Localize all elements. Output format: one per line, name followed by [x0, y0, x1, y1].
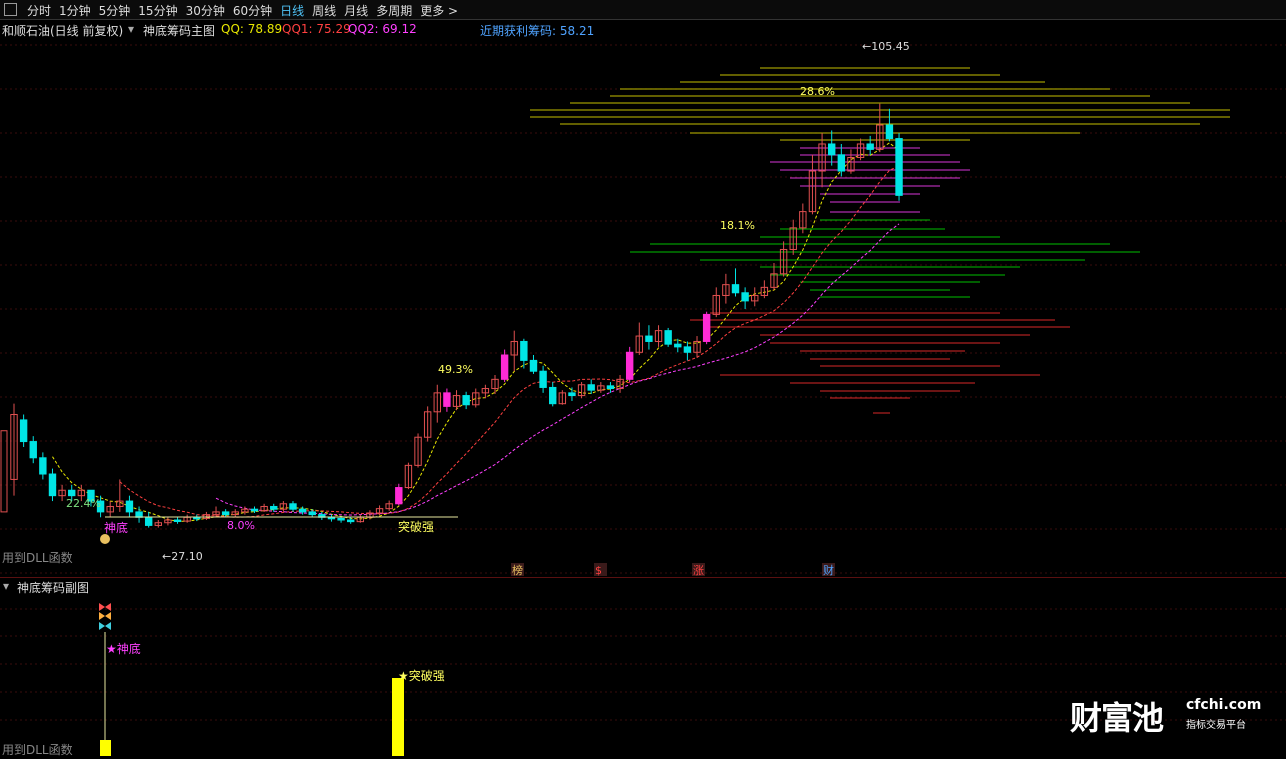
period-toolbar: 分时 1分钟 5分钟 15分钟 30分钟 60分钟 日线 周线 月线 多周期 更多 >	[0, 0, 1286, 20]
pct-label: 22.4%	[66, 497, 101, 510]
candle-body	[702, 313, 711, 342]
brand-name: 财富池	[1070, 699, 1164, 737]
event-marker-label: 榜	[512, 563, 523, 577]
candle-body	[462, 395, 470, 406]
candle-body	[539, 370, 547, 388]
pct-label: 49.3%	[438, 363, 473, 376]
high-price-label: ←105.45	[862, 40, 910, 53]
candle-body	[125, 500, 134, 513]
stock-name: 和顺石油(日线 前复权)	[2, 24, 124, 38]
candle-body	[837, 154, 846, 172]
period-tab[interactable]: 1分钟	[59, 2, 91, 19]
period-tabs: 分时 1分钟 5分钟 15分钟 30分钟 60分钟 日线 周线 月线 多周期 更多 >	[27, 2, 458, 19]
candle-body	[866, 143, 874, 150]
tupoqiang-label: 突破强	[398, 519, 434, 534]
candle-body	[549, 386, 557, 405]
candle-body	[520, 340, 528, 361]
qq-value: QQ: 78.89	[221, 22, 283, 36]
profit-chips-value: 近期获利筹码: 58.21	[480, 24, 595, 38]
event-marker-label: 财	[823, 563, 834, 577]
money-bag-icon	[100, 534, 110, 544]
period-tab[interactable]: 月线	[344, 2, 368, 19]
period-tab[interactable]: 分时	[27, 2, 51, 19]
candle-body	[395, 487, 403, 505]
brand-domain: cfchi.com	[1186, 697, 1262, 713]
brand-slogan: 指标交易平台	[1186, 720, 1246, 731]
candle-body	[308, 511, 316, 516]
period-tab[interactable]: 多周期	[376, 2, 412, 19]
candle-body	[683, 346, 692, 353]
candle-body	[529, 359, 538, 372]
candle-body	[731, 284, 740, 294]
period-tab[interactable]: 周线	[312, 2, 336, 19]
candle-body	[645, 335, 653, 342]
pct-label: 28.6%	[800, 85, 835, 98]
panel-divider	[0, 577, 1286, 578]
period-tab[interactable]: 30分钟	[186, 2, 225, 19]
candle-body	[741, 292, 749, 302]
butterfly-icon	[99, 622, 111, 630]
candle-body	[625, 351, 634, 380]
candle-body	[298, 508, 307, 513]
candle-body	[337, 517, 345, 521]
butterfly-icon	[99, 612, 111, 620]
qq1-value: QQ1: 75.29	[282, 22, 351, 36]
candle-body	[193, 516, 201, 520]
candle-body	[664, 330, 672, 345]
pct-label: 18.1%	[720, 219, 755, 232]
candle-body	[568, 392, 576, 397]
period-tab[interactable]: 5分钟	[99, 2, 131, 19]
candle-body	[19, 419, 28, 443]
candle-body	[135, 511, 143, 518]
candle-body	[68, 489, 76, 497]
candle-body	[895, 138, 903, 196]
candle-body	[443, 392, 451, 407]
candle-body	[173, 519, 182, 523]
candle-body	[500, 354, 509, 380]
candle-body	[250, 508, 259, 512]
ma-line-long	[215, 223, 900, 516]
sub-chart-title[interactable]: 神底筹码副图	[17, 579, 89, 596]
candle-body	[221, 511, 230, 516]
ma-line-short	[52, 142, 900, 522]
tupoqiang-signal-bar	[392, 678, 404, 756]
candle-body	[29, 441, 37, 459]
indicator-dropdown-icon[interactable]: ▾	[128, 22, 134, 36]
main-candlestick-chart[interactable]: ←27.10 ←105.45 22.4% 8.0% 49.3% 18.1% 28.6% 神底 突…	[0, 38, 1286, 578]
qq2-value: QQ2: 69.12	[348, 22, 417, 36]
sub-tupo-label: ★突破强	[398, 668, 445, 683]
sub-dropdown-icon[interactable]: ▾	[3, 579, 9, 593]
candle-body	[674, 343, 682, 348]
sub-dll-note: 用到DLL函数	[2, 743, 73, 757]
candle-body	[289, 503, 297, 510]
main-indicator-name[interactable]: 神底筹码主图	[143, 22, 215, 39]
shendi-label: 神底	[104, 520, 128, 535]
butterfly-icon	[99, 603, 111, 611]
event-marker-label: $	[595, 564, 602, 577]
candle-body	[587, 384, 595, 391]
main-dll-note: 用到DLL函数	[2, 551, 73, 565]
candle-body	[39, 457, 47, 475]
ma-line-mid	[119, 165, 900, 518]
candle-body	[606, 385, 615, 390]
period-tab[interactable]: 日线	[280, 2, 304, 19]
candle-body	[327, 516, 336, 520]
low-price-label: ←27.10	[162, 550, 203, 563]
candle-body	[828, 143, 836, 156]
candle-body	[347, 519, 355, 523]
candle-body	[0, 430, 8, 513]
candle-body	[144, 516, 153, 526]
period-tab[interactable]: 60分钟	[233, 2, 272, 19]
period-tab[interactable]: 更多 >	[420, 2, 458, 19]
sub-shendi-label: ★神底	[106, 641, 141, 656]
period-tab[interactable]: 15分钟	[138, 2, 177, 19]
candle-body	[48, 473, 57, 497]
shendi-signal-bar	[100, 740, 111, 756]
brand-watermark: 财富池 cfchi.com 指标交易平台	[1070, 693, 1270, 737]
event-marker-label: 涨	[693, 564, 704, 577]
pct-label: 8.0%	[227, 519, 255, 532]
menu-icon[interactable]	[4, 3, 17, 16]
candle-body	[270, 505, 278, 510]
candle-body	[885, 124, 894, 140]
